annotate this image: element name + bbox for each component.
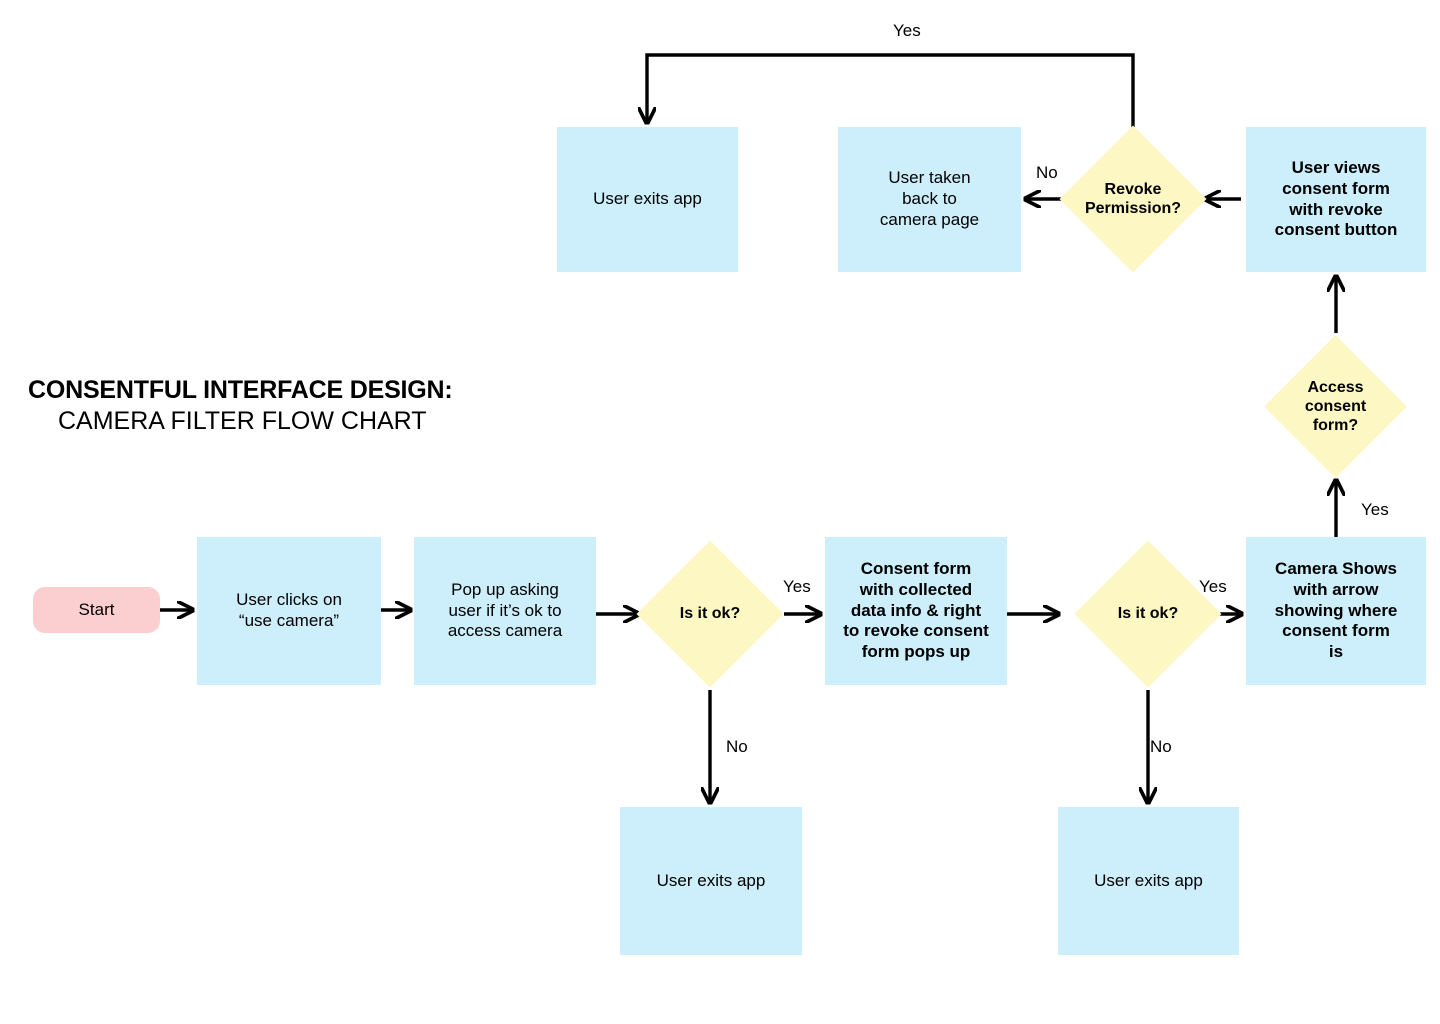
node-user-exits-app-right[interactable]: User exits app xyxy=(1058,807,1239,955)
node-label: User exits app xyxy=(656,870,766,890)
node-consent-form-popup[interactable]: Consent form with collected data info & … xyxy=(825,537,1007,685)
node-label: User clicks on “use camera” xyxy=(236,590,342,630)
node-label: Is it ok? xyxy=(679,605,741,623)
node-label: Is it ok? xyxy=(1117,605,1179,623)
node-user-views-consent-form[interactable]: User views consent form with revoke cons… xyxy=(1246,127,1426,272)
title-line-primary: CONSENTFUL INTERFACE DESIGN: xyxy=(28,376,453,404)
node-label: User exits app xyxy=(1094,870,1203,890)
node-label: Camera Shows with arrow showing where co… xyxy=(1274,559,1398,662)
node-decision-is-it-ok-2[interactable]: Is it ok? xyxy=(1074,540,1222,688)
title-line-secondary: CAMERA FILTER FLOW CHART xyxy=(58,407,427,436)
flowchart-canvas: CONSENTFUL INTERFACE DESIGN: CAMERA FILT… xyxy=(0,0,1440,1024)
node-decision-access-consent-form[interactable]: Access consent form? xyxy=(1264,335,1407,478)
node-decision-revoke-permission[interactable]: Revoke Permission? xyxy=(1059,125,1207,273)
edge-label-yes-ok-2: Yes xyxy=(1199,577,1227,596)
node-label: User views consent form with revoke cons… xyxy=(1274,158,1398,240)
edge-revoke-yes-to-exitstop xyxy=(647,53,1135,131)
node-label: User taken back to camera page xyxy=(879,168,980,229)
edge-label-yes-access-consent: Yes xyxy=(1361,500,1389,519)
node-user-exits-app-top[interactable]: User exits app xyxy=(557,127,738,272)
edge-label-no-ok-2: No xyxy=(1150,737,1172,756)
node-label: Consent form with collected data info & … xyxy=(843,559,989,662)
edge-label-yes-ok-1: Yes xyxy=(783,577,811,596)
edge-label-no-ok-1: No xyxy=(726,737,748,756)
node-user-exits-app-middle[interactable]: User exits app xyxy=(620,807,802,955)
node-label: Revoke Permission? xyxy=(1084,180,1182,217)
page-title: CONSENTFUL INTERFACE DESIGN: CAMERA FILT… xyxy=(28,375,453,438)
node-start[interactable]: Start xyxy=(33,587,160,633)
edge-label-no-revoke: No xyxy=(1036,163,1058,182)
node-camera-shows-with-arrow[interactable]: Camera Shows with arrow showing where co… xyxy=(1246,537,1426,685)
node-label: Access consent form? xyxy=(1304,378,1367,435)
node-user-taken-back-to-camera-page[interactable]: User taken back to camera page xyxy=(838,127,1021,272)
node-label: Pop up asking user if it’s ok to access … xyxy=(447,579,563,641)
node-decision-is-it-ok-1[interactable]: Is it ok? xyxy=(636,540,784,688)
node-popup-asking-camera-access[interactable]: Pop up asking user if it’s ok to access … xyxy=(414,537,596,685)
node-label: User exits app xyxy=(593,189,702,209)
node-user-clicks-use-camera[interactable]: User clicks on “use camera” xyxy=(197,537,381,685)
edge-label-yes-revoke: Yes xyxy=(893,21,921,40)
node-label: Start xyxy=(78,599,115,619)
